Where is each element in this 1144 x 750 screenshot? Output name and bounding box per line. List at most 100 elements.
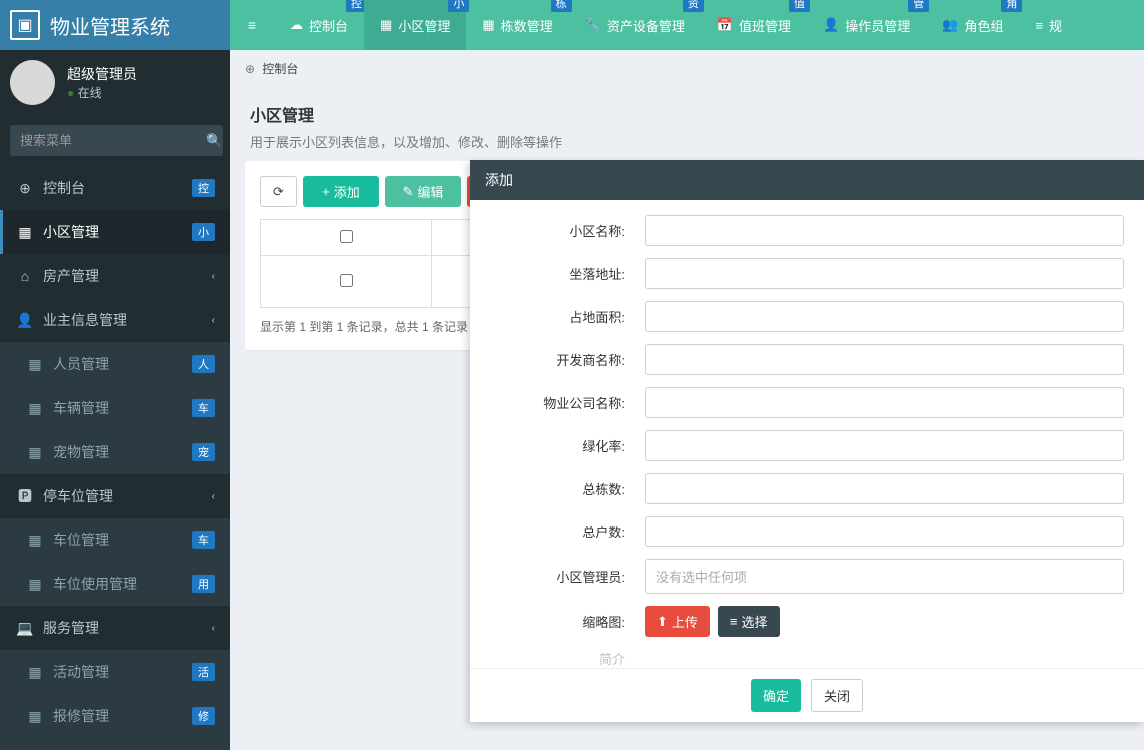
top-tab-2[interactable]: ▦栋数管理栋 [466,0,568,50]
tab-icon: ≡ [1035,18,1043,33]
sidebar-item-12[interactable]: ▦报修管理修 [0,694,230,738]
sidebar-item-13[interactable]: ▦投诉管理诉 [0,738,230,750]
search-input[interactable] [10,125,206,156]
menu-label: 报修管理 [53,706,109,726]
tab-label: 资产设备管理 [607,16,685,35]
menu-label: 宠物管理 [53,442,109,462]
top-tab-6[interactable]: 👥角色组角 [926,0,1019,50]
page-title: 小区管理 [250,102,1124,126]
breadcrumb[interactable]: 控制台 [262,62,298,76]
menu-icon: ▦ [25,664,45,681]
text-input-6[interactable] [645,473,1124,504]
user-name: 超级管理员 [67,64,137,84]
sidebar-item-11[interactable]: ▦活动管理活 [0,650,230,694]
menu-label: 人员管理 [53,354,109,374]
top-tab-5[interactable]: 👤操作员管理管 [807,0,926,50]
tab-icon: 📅 [717,17,733,33]
menu-label: 房产管理 [43,266,99,286]
sidebar-item-9[interactable]: ▦车位使用管理用 [0,562,230,606]
sidebar-item-2[interactable]: ⌂房产管理‹ [0,254,230,298]
top-tab-1[interactable]: ▦小区管理小 [364,0,466,50]
form-row: 占地面积: [490,301,1124,332]
chevron-left-icon: ‹ [212,315,215,326]
add-button[interactable]: +添加 [303,176,379,207]
app-title: 物业管理系统 [50,11,170,40]
form-row: 坐落地址: [490,258,1124,289]
menu-icon: 🅿 [15,486,35,506]
top-tab-4[interactable]: 📅值班管理值 [701,0,807,50]
chevron-left-icon: ‹ [212,271,215,282]
sidebar-item-3[interactable]: 👤 业主信息管理 ‹ [0,298,230,342]
form-row: 小区管理员:没有选中任何项 [490,559,1124,594]
table-header [261,220,432,256]
menu-icon: ▦ [15,224,35,241]
tab-label: 操作员管理 [845,16,910,35]
admin-select[interactable]: 没有选中任何项 [645,559,1124,594]
form-row: 总户数: [490,516,1124,547]
upload-button[interactable]: ⬆ 上传 [645,606,710,637]
text-input-3[interactable] [645,344,1124,375]
text-input-7[interactable] [645,516,1124,547]
search-icon: 🔍 [206,133,223,148]
menu-icon: ▦ [25,532,45,549]
menu-icon: ▦ [25,576,45,593]
chevron-left-icon: ‹ [212,623,215,634]
text-input-2[interactable] [645,301,1124,332]
tab-label: 角色组 [964,16,1003,35]
search-button[interactable]: 🔍 [206,125,223,156]
refresh-button[interactable]: ⟳ [260,176,297,207]
tab-label: 规 [1049,16,1062,35]
form-row: 小区名称: [490,215,1124,246]
sidebar-item-5[interactable]: ▦车辆管理车 [0,386,230,430]
sidebar-item-1[interactable]: ▦ 小区管理 小 [0,210,230,254]
sidebar-item-6[interactable]: ▦宠物管理宠 [0,430,230,474]
tab-icon: ☁ [290,17,303,33]
menu-badge: 宠 [192,443,215,461]
form-label: 总栋数: [490,479,645,498]
sidebar-item-0[interactable]: ⊕控制台控 [0,166,230,210]
menu-label: 服务管理 [43,618,99,638]
text-input-4[interactable] [645,387,1124,418]
top-tab-3[interactable]: 🔧资产设备管理资 [569,0,701,50]
page-description: 用于展示小区列表信息，以及增加、修改、删除等操作 [250,132,1124,151]
chevron-left-icon: ‹ [212,491,215,502]
form-label: 坐落地址: [490,264,645,283]
form-row: 物业公司名称: [490,387,1124,418]
menu-badge: 小 [192,223,215,241]
form-label: 简介 [490,649,645,668]
app-logo: ▣ 物业管理系统 [0,0,230,50]
close-button[interactable]: 关闭 [811,679,863,712]
pencil-icon: ✎ [402,184,413,200]
menu-badge: 活 [192,663,215,681]
top-tab-0[interactable]: ☁控制台控 [274,0,364,50]
choose-button[interactable]: ≡ 选择 [718,606,780,637]
text-input-5[interactable] [645,430,1124,461]
menu-label: 小区管理 [43,222,99,242]
sidebar-item-7[interactable]: 🅿停车位管理‹ [0,474,230,518]
tab-icon: 🔧 [585,17,601,33]
menu-label: 业主信息管理 [43,310,127,330]
menu-badge: 用 [192,575,215,593]
row-checkbox[interactable] [340,274,353,287]
menu-icon: 👤 [15,312,35,329]
menu-icon: ▦ [25,356,45,373]
edit-button[interactable]: ✎编辑 [385,176,461,207]
status-dot-icon: ● [67,86,74,100]
sidebar-toggle-button[interactable]: ≡ [230,0,274,50]
confirm-button[interactable]: 确定 [751,679,801,712]
sidebar-item-10[interactable]: 💻服务管理‹ [0,606,230,650]
select-all-checkbox[interactable] [340,230,353,243]
avatar[interactable] [10,60,55,105]
breadcrumb-icon: ⊕ [245,62,255,76]
top-tab-7[interactable]: ≡规 [1019,0,1078,50]
menu-label: 车位管理 [53,530,109,550]
text-input-1[interactable] [645,258,1124,289]
tab-label: 栋数管理 [501,16,553,35]
menu-badge: 人 [192,355,215,373]
sidebar-item-8[interactable]: ▦车位管理车 [0,518,230,562]
user-status: ● 在线 [67,84,137,101]
text-input-0[interactable] [645,215,1124,246]
menu-badge: 修 [192,707,215,725]
plus-icon: + [322,184,330,199]
sidebar-item-4[interactable]: ▦ 人员管理 人 [0,342,230,386]
